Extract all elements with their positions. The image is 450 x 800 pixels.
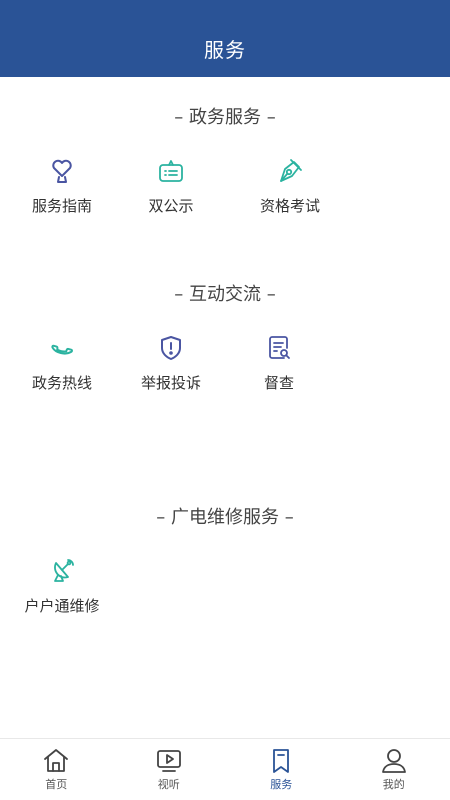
pen-nib-icon: [276, 157, 304, 185]
bookmark-icon: [267, 747, 295, 775]
video-play-icon: [155, 747, 183, 775]
phone-icon: [48, 334, 76, 362]
heart-trophy-icon: [48, 157, 76, 185]
tile-label: 资格考试: [259, 197, 320, 215]
tab-label: 首页: [45, 778, 68, 791]
document-search-icon: [265, 334, 293, 362]
gov-hotline-tile[interactable]: 政务热线: [7, 334, 117, 404]
qualification-exam-tile[interactable]: 资格考试: [235, 157, 345, 227]
tile-label: 政务热线: [31, 374, 92, 392]
tab-mine[interactable]: 我的: [338, 739, 450, 800]
tab-services[interactable]: 服务: [225, 739, 338, 800]
tile-label: 户户通维修: [24, 597, 100, 615]
tab-label: 服务: [270, 778, 293, 791]
bottom-tab-bar: 首页 视听 服务 我的: [0, 738, 450, 800]
double-publicity-tile[interactable]: 双公示: [116, 157, 226, 227]
tab-label: 我的: [382, 778, 405, 791]
supervision-tile[interactable]: 督查: [224, 334, 334, 404]
service-guide-tile[interactable]: 服务指南: [7, 157, 117, 227]
section-title-interaction: – 互动交流 –: [174, 284, 276, 305]
signboard-icon: [157, 157, 185, 185]
satellite-dish-icon: [48, 557, 76, 585]
tile-label: 举报投诉: [140, 374, 201, 392]
tile-label: 双公示: [148, 197, 194, 215]
section-interaction-grid: 政务热线 举报投诉 督查: [0, 334, 450, 404]
tile-label: 督查: [263, 374, 294, 392]
app-header: 服务: [0, 0, 450, 77]
tab-home[interactable]: 首页: [0, 739, 113, 800]
section-title-repair-services: – 广电维修服务 –: [156, 507, 294, 528]
tab-label: 视听: [157, 778, 180, 791]
report-complaint-tile[interactable]: 举报投诉: [116, 334, 226, 404]
home-icon: [42, 747, 70, 775]
tile-label: 服务指南: [31, 197, 92, 215]
user-icon: [380, 747, 408, 775]
section-title-gov-services: – 政务服务 –: [174, 107, 276, 128]
page-title: 服务: [204, 38, 246, 62]
satellite-repair-tile[interactable]: 户户通维修: [7, 557, 117, 627]
tab-av[interactable]: 视听: [113, 739, 226, 800]
shield-alert-icon: [157, 334, 185, 362]
section-gov-services-grid: 服务指南 双公示 资格考试: [0, 157, 450, 227]
section-repair-grid: 户户通维修: [0, 557, 450, 627]
